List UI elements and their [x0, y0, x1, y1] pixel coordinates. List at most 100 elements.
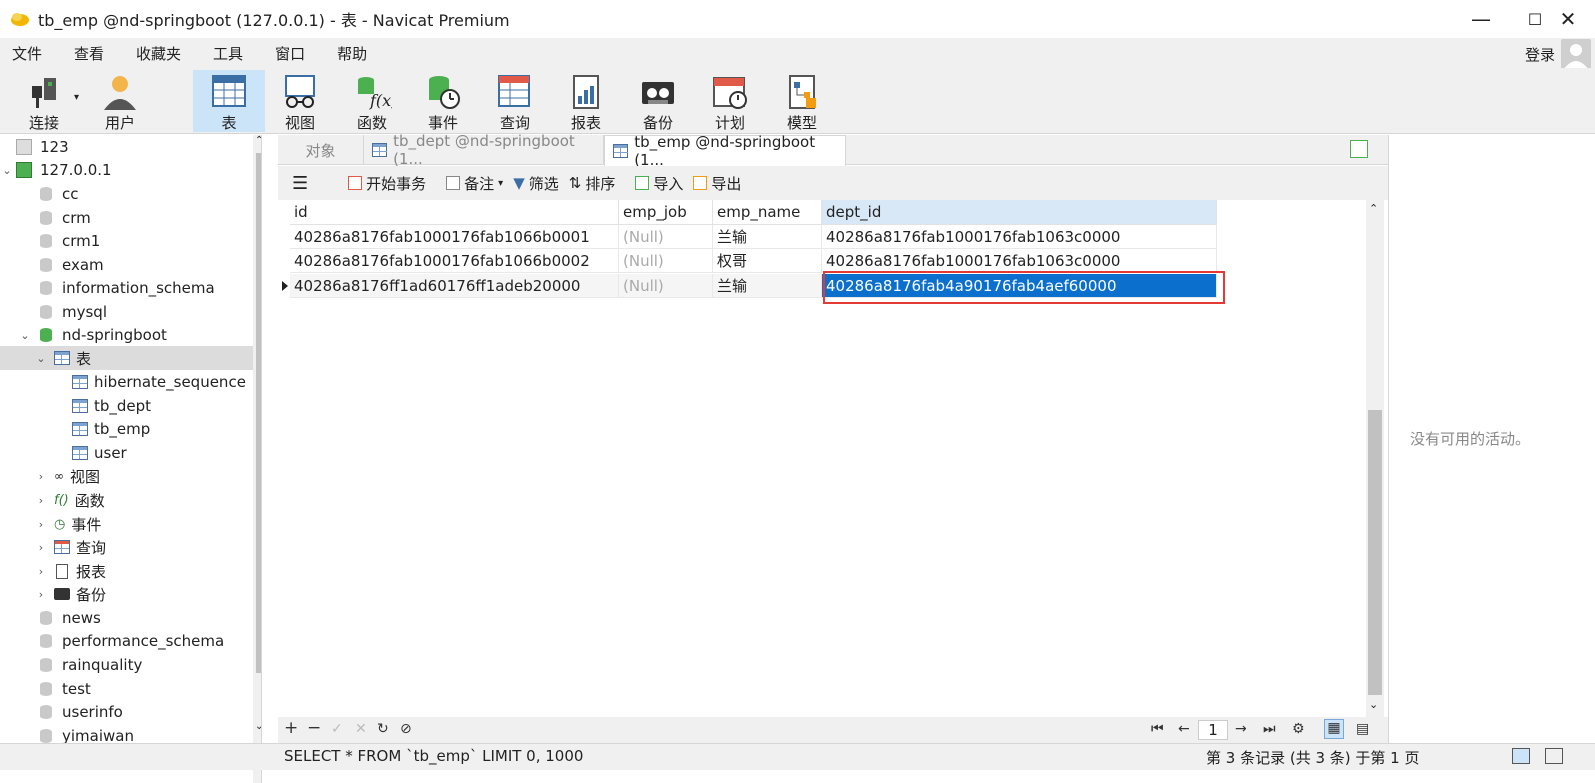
menu-window[interactable]: 窗口	[263, 43, 317, 64]
table-cell[interactable]: (Null)	[619, 249, 713, 273]
tab-objects[interactable]: 对象	[278, 135, 364, 165]
menu-view[interactable]: 查看	[62, 43, 116, 64]
tree-node-db-rainquality[interactable]: rainquality	[0, 653, 261, 677]
tree-node-reports[interactable]: › 报表	[0, 559, 261, 583]
gear-icon[interactable]: ⚙	[1292, 721, 1305, 737]
apply-check-icon[interactable]: ✓	[331, 721, 343, 737]
delete-row-icon[interactable]: −	[307, 718, 321, 738]
table-cell[interactable]: 40286a8176fab1000176fab1063c0000	[822, 225, 1217, 249]
column-header-dept-id[interactable]: dept_id	[822, 200, 1217, 225]
toolbar-view-button[interactable]: 视图	[264, 70, 336, 132]
chevron-right-icon[interactable]: ›	[34, 588, 48, 601]
grid-scrollbar-thumb[interactable]	[1368, 410, 1382, 695]
column-header-id[interactable]: id	[290, 200, 619, 225]
toolbar-function-button[interactable]: f(x) 函数	[336, 70, 408, 132]
chevron-right-icon[interactable]: ›	[34, 541, 48, 554]
toolbar-query-button[interactable]: 查询	[479, 70, 551, 132]
chevron-down-icon[interactable]: ⌄	[34, 352, 48, 365]
table-cell[interactable]: 权哥	[713, 249, 822, 273]
toolbar-model-button[interactable]: 模型	[766, 70, 838, 132]
tree-node-db-userinfo[interactable]: userinfo	[0, 700, 261, 724]
tab-tb-emp[interactable]: tb_emp @nd-springboot (1...	[604, 133, 846, 169]
toolbar-schedule-button[interactable]: 计划	[694, 70, 766, 132]
chevron-down-icon[interactable]: ⌄	[0, 164, 14, 177]
menu-help[interactable]: 帮助	[325, 43, 379, 64]
tree-node-db-performance-schema[interactable]: performance_schema	[0, 629, 261, 653]
chevron-up-icon[interactable]: ⌃	[255, 135, 261, 146]
table-cell[interactable]: (Null)	[619, 225, 713, 249]
tree-node-connection-123[interactable]: 123	[0, 135, 261, 159]
tree-node-events[interactable]: › ◷ 事件	[0, 512, 261, 536]
chevron-down-icon[interactable]: ⌄	[18, 329, 32, 342]
chevron-down-icon[interactable]: ⌄	[255, 721, 261, 732]
tree-scrollbar-thumb[interactable]	[256, 153, 261, 673]
new-tab-icon[interactable]	[1350, 140, 1368, 158]
chevron-down-icon[interactable]: ▾	[74, 92, 79, 103]
table-cell[interactable]: 40286a8176fab1000176fab1066b0002	[290, 249, 619, 273]
tree-node-queries[interactable]: › 查询	[0, 535, 261, 559]
toolbar-table-button[interactable]: 表	[193, 70, 265, 132]
tab-tb-dept[interactable]: tb_dept @nd-springboot (1...	[364, 132, 604, 168]
tree-node-db-information-schema[interactable]: information_schema	[0, 276, 261, 300]
tree-node-db-crm1[interactable]: crm1	[0, 229, 261, 253]
table-cell[interactable]: (Null)	[619, 274, 713, 298]
toolbar-connect-button[interactable]: 连接	[8, 70, 80, 132]
tree-node-db-crm[interactable]: crm	[0, 206, 261, 230]
toolbar-backup-button[interactable]: 备份	[622, 70, 694, 132]
first-page-icon[interactable]: ⏮	[1151, 721, 1164, 737]
table-cell[interactable]: 兰输	[713, 274, 822, 298]
chevron-down-icon[interactable]: ▾	[498, 178, 503, 189]
column-header-emp-job[interactable]: emp_job	[619, 200, 713, 225]
hamburger-menu-icon[interactable]: ☰	[292, 173, 308, 194]
tree-node-db-exam[interactable]: exam	[0, 253, 261, 277]
table-cell[interactable]: 40286a8176ff1ad60176ff1adeb20000	[290, 274, 619, 298]
login-link[interactable]: 登录	[1525, 44, 1555, 65]
column-header-emp-name[interactable]: emp_name	[713, 200, 822, 225]
menu-favorites[interactable]: 收藏夹	[124, 43, 193, 64]
tree-node-table-user[interactable]: user	[0, 441, 261, 465]
import-button[interactable]: 导入	[635, 173, 683, 194]
avatar[interactable]	[1561, 39, 1591, 69]
menu-tools[interactable]: 工具	[201, 43, 255, 64]
tree-node-table-tb-dept[interactable]: tb_dept	[0, 394, 261, 418]
last-page-icon[interactable]: ⏭	[1263, 721, 1276, 737]
tree-node-db-cc[interactable]: cc	[0, 182, 261, 206]
tree-node-functions[interactable]: › f() 函数	[0, 488, 261, 512]
table-cell[interactable]: 兰输	[713, 225, 822, 249]
tree-node-db-test[interactable]: test	[0, 677, 261, 701]
tree-node-db-mysql[interactable]: mysql	[0, 300, 261, 324]
close-button[interactable]: ✕	[1541, 0, 1595, 38]
note-button[interactable]: 备注 ▾	[446, 173, 503, 194]
tree-node-db-nd-springboot[interactable]: ⌄ nd-springboot	[0, 323, 261, 347]
tree-node-tables[interactable]: ⌄ 表	[0, 346, 261, 370]
tree-node-backups[interactable]: › 备份	[0, 582, 261, 606]
tree-node-table-hibernate-sequence[interactable]: hibernate_sequence	[0, 370, 261, 394]
panel-toggle-right-icon[interactable]	[1545, 748, 1563, 764]
add-row-icon[interactable]: +	[284, 718, 298, 738]
discard-x-icon[interactable]: ✕	[355, 721, 367, 737]
next-page-icon[interactable]: →	[1235, 721, 1247, 737]
chevron-right-icon[interactable]: ›	[34, 565, 48, 578]
begin-transaction-button[interactable]: 开始事务	[348, 173, 426, 194]
menu-file[interactable]: 文件	[0, 43, 54, 64]
refresh-icon[interactable]: ↻	[377, 721, 389, 737]
tree-node-connection-127[interactable]: ⌄ 127.0.0.1	[0, 158, 261, 182]
chevron-right-icon[interactable]: ›	[34, 518, 48, 531]
form-view-icon[interactable]: ▤	[1356, 721, 1369, 737]
chevron-right-icon[interactable]: ›	[34, 494, 48, 507]
chevron-right-icon[interactable]: ›	[34, 470, 48, 483]
filter-button[interactable]: ▼ 筛选	[513, 173, 559, 194]
tree-node-table-tb-emp[interactable]: tb_emp	[0, 417, 261, 441]
toolbar-event-button[interactable]: 事件	[407, 70, 479, 132]
toolbar-report-button[interactable]: 报表	[550, 70, 622, 132]
minimize-button[interactable]: —	[1454, 0, 1508, 38]
page-number-input[interactable]: 1	[1198, 720, 1228, 740]
toolbar-user-button[interactable]: 用户	[84, 70, 156, 132]
stop-icon[interactable]: ⊘	[400, 721, 412, 737]
tree-node-db-news[interactable]: news	[0, 606, 261, 630]
previous-page-icon[interactable]: ←	[1178, 721, 1190, 737]
chevron-down-icon[interactable]: ⌄	[1369, 698, 1378, 711]
sort-button[interactable]: ⇅ 排序	[569, 173, 616, 194]
panel-toggle-left-icon[interactable]	[1512, 748, 1530, 764]
chevron-up-icon[interactable]: ⌃	[1369, 202, 1378, 215]
